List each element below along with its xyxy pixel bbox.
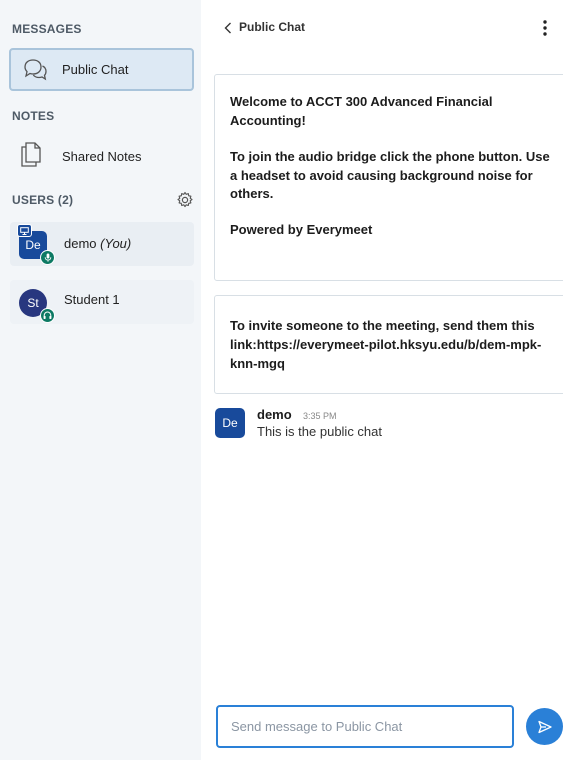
message-text: This is the public chat	[257, 424, 383, 439]
microphone-icon	[40, 250, 55, 265]
gear-icon[interactable]	[176, 191, 194, 209]
kebab-menu-icon[interactable]	[540, 19, 550, 37]
sidebar: MESSAGES Public Chat NOTES Shared Notes …	[0, 0, 201, 760]
message-author: demo	[257, 407, 292, 422]
user-list-item[interactable]: St Student 1	[10, 280, 194, 324]
chat-header: Public Chat	[201, 0, 563, 56]
shared-notes-label: Shared Notes	[62, 149, 142, 164]
you-label: (You)	[100, 236, 132, 251]
users-section-title: USERS (2)	[12, 193, 74, 207]
sidebar-item-public-chat[interactable]: Public Chat	[9, 48, 194, 91]
welcome-message: Welcome to ACCT 300 Advanced Financial A…	[214, 74, 563, 281]
welcome-line: Welcome to ACCT 300 Advanced Financial A…	[230, 93, 555, 131]
presenter-icon	[17, 224, 32, 237]
send-button[interactable]	[526, 708, 563, 745]
public-chat-label: Public Chat	[62, 62, 129, 77]
chat-title[interactable]: Public Chat	[239, 20, 305, 34]
invite-message: To invite someone to the meeting, send t…	[214, 295, 563, 394]
notes-section-title: NOTES	[12, 109, 55, 123]
chat-bubbles-icon	[24, 59, 47, 81]
user-name: demo (You)	[64, 236, 131, 251]
sidebar-item-shared-notes[interactable]: Shared Notes	[9, 136, 194, 178]
welcome-prefix: Welcome to	[230, 94, 306, 109]
document-icon	[21, 142, 41, 167]
headphones-icon	[40, 308, 55, 323]
chat-message-input[interactable]	[216, 705, 514, 748]
user-name: Student 1	[64, 292, 120, 307]
chat-message: De demo 3:35 PM This is the public chat	[215, 407, 555, 448]
avatar: De	[215, 408, 245, 438]
chevron-left-icon[interactable]	[223, 21, 233, 35]
audio-instructions: To join the audio bridge click the phone…	[230, 148, 550, 202]
send-icon	[537, 720, 552, 733]
user-list-item[interactable]: De demo (You)	[10, 222, 194, 266]
message-time: 3:35 PM	[303, 411, 337, 421]
powered-by: Powered by Everymeet	[230, 222, 373, 238]
messages-section-title: MESSAGES	[12, 22, 82, 36]
user-name-text: demo	[64, 236, 97, 251]
chat-panel: Public Chat Welcome to ACCT 300 Advanced…	[201, 0, 563, 760]
